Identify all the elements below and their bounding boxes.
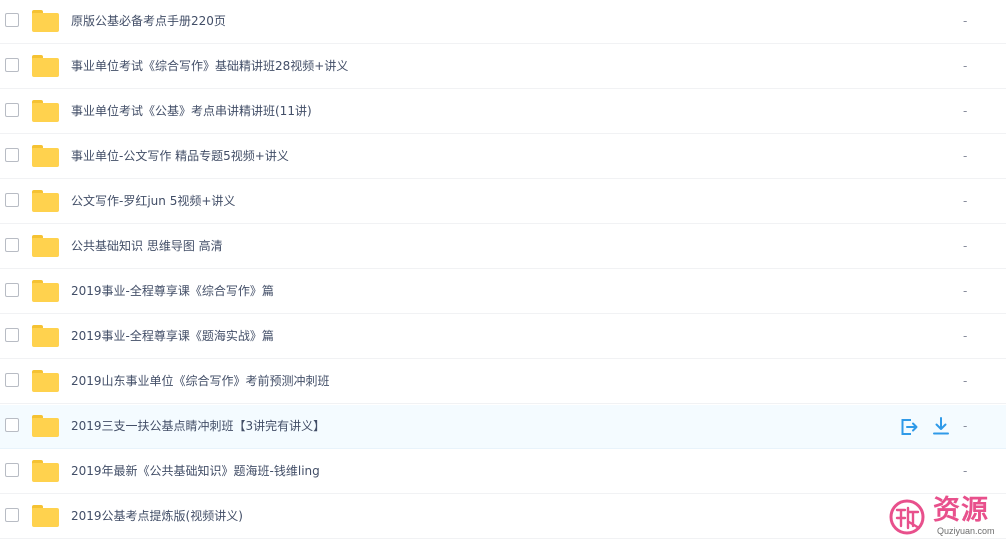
folder-icon [32, 370, 59, 392]
row-checkbox[interactable] [5, 13, 19, 27]
row-checkbox[interactable] [5, 373, 19, 387]
file-size: - [963, 464, 968, 478]
file-size: - [963, 284, 968, 298]
folder-icon [32, 460, 59, 482]
watermark: 资源 Quziyuan.com [888, 495, 1006, 539]
row-checkbox[interactable] [5, 193, 19, 207]
file-row[interactable]: 原版公基必备考点手册220页 - [0, 0, 1006, 44]
file-name-link[interactable]: 公共基础知识 思维导图 高清 [71, 238, 223, 254]
folder-icon [32, 55, 59, 77]
folder-icon [32, 190, 59, 212]
watermark-domain: Quziyuan.com [937, 526, 995, 536]
file-name-link[interactable]: 2019事业-全程尊享课《题海实战》篇 [71, 328, 274, 344]
file-row[interactable]: 公文写作-罗红jun 5视频+讲义 - [0, 180, 1006, 224]
folder-icon [32, 505, 59, 527]
file-name-link[interactable]: 原版公基必备考点手册220页 [71, 13, 226, 29]
row-checkbox[interactable] [5, 58, 19, 72]
file-name-link[interactable]: 2019三支一扶公基点睛冲刺班【3讲完有讲义】 [71, 418, 325, 434]
download-icon[interactable] [931, 416, 951, 436]
row-checkbox[interactable] [5, 103, 19, 117]
row-checkbox[interactable] [5, 418, 19, 432]
file-name-link[interactable]: 事业单位考试《综合写作》基础精讲班28视频+讲义 [71, 58, 348, 74]
row-checkbox[interactable] [5, 328, 19, 342]
file-size: - [963, 374, 968, 388]
row-checkbox[interactable] [5, 283, 19, 297]
file-row[interactable]: 2019山东事业单位《综合写作》考前预测冲刺班 - [0, 360, 1006, 404]
folder-icon [32, 145, 59, 167]
file-row[interactable]: 事业单位考试《公基》考点串讲精讲班(11讲) - [0, 90, 1006, 134]
file-name-link[interactable]: 公文写作-罗红jun 5视频+讲义 [71, 193, 235, 209]
folder-icon [32, 280, 59, 302]
watermark-text: 资源 [933, 495, 989, 526]
file-size: - [963, 59, 968, 73]
file-name-link[interactable]: 事业单位-公文写作 精品专题5视频+讲义 [71, 148, 289, 164]
file-name-link[interactable]: 2019山东事业单位《综合写作》考前预测冲刺班 [71, 373, 330, 389]
file-row[interactable]: 2019年最新《公共基础知识》题海班-钱维ling - [0, 450, 1006, 494]
file-size: - [963, 329, 968, 343]
row-checkbox[interactable] [5, 463, 19, 477]
file-size: - [963, 194, 968, 208]
folder-icon [32, 325, 59, 347]
row-checkbox[interactable] [5, 148, 19, 162]
share-icon[interactable] [899, 417, 919, 437]
folder-icon [32, 10, 59, 32]
file-row[interactable]: 2019事业-全程尊享课《综合写作》篇 - [0, 270, 1006, 314]
row-checkbox[interactable] [5, 238, 19, 252]
file-name-link[interactable]: 2019公基考点提炼版(视频讲义) [71, 508, 243, 524]
folder-icon [32, 415, 59, 437]
file-row[interactable]: 2019三支一扶公基点睛冲刺班【3讲完有讲义】 - [0, 405, 1006, 449]
file-row[interactable]: 2019事业-全程尊享课《题海实战》篇 - [0, 315, 1006, 359]
file-size: - [963, 149, 968, 163]
row-checkbox[interactable] [5, 508, 19, 522]
file-name-link[interactable]: 2019事业-全程尊享课《综合写作》篇 [71, 283, 274, 299]
watermark-logo-icon [889, 499, 925, 535]
file-name-link[interactable]: 事业单位考试《公基》考点串讲精讲班(11讲) [71, 103, 312, 119]
folder-icon [32, 100, 59, 122]
file-name-link[interactable]: 2019年最新《公共基础知识》题海班-钱维ling [71, 463, 320, 479]
folder-icon [32, 235, 59, 257]
file-row[interactable]: 事业单位-公文写作 精品专题5视频+讲义 - [0, 135, 1006, 179]
file-size: - [963, 239, 968, 253]
file-row[interactable]: 事业单位考试《综合写作》基础精讲班28视频+讲义 - [0, 45, 1006, 89]
file-row[interactable]: 公共基础知识 思维导图 高清 - [0, 225, 1006, 269]
file-list: 原版公基必备考点手册220页 - 事业单位考试《综合写作》基础精讲班28视频+讲义 -… [0, 0, 1006, 542]
file-size: - [963, 104, 968, 118]
file-row[interactable]: 2019公基考点提炼版(视频讲义) - [0, 495, 1006, 539]
file-size: - [963, 14, 968, 28]
file-size: - [963, 419, 968, 433]
